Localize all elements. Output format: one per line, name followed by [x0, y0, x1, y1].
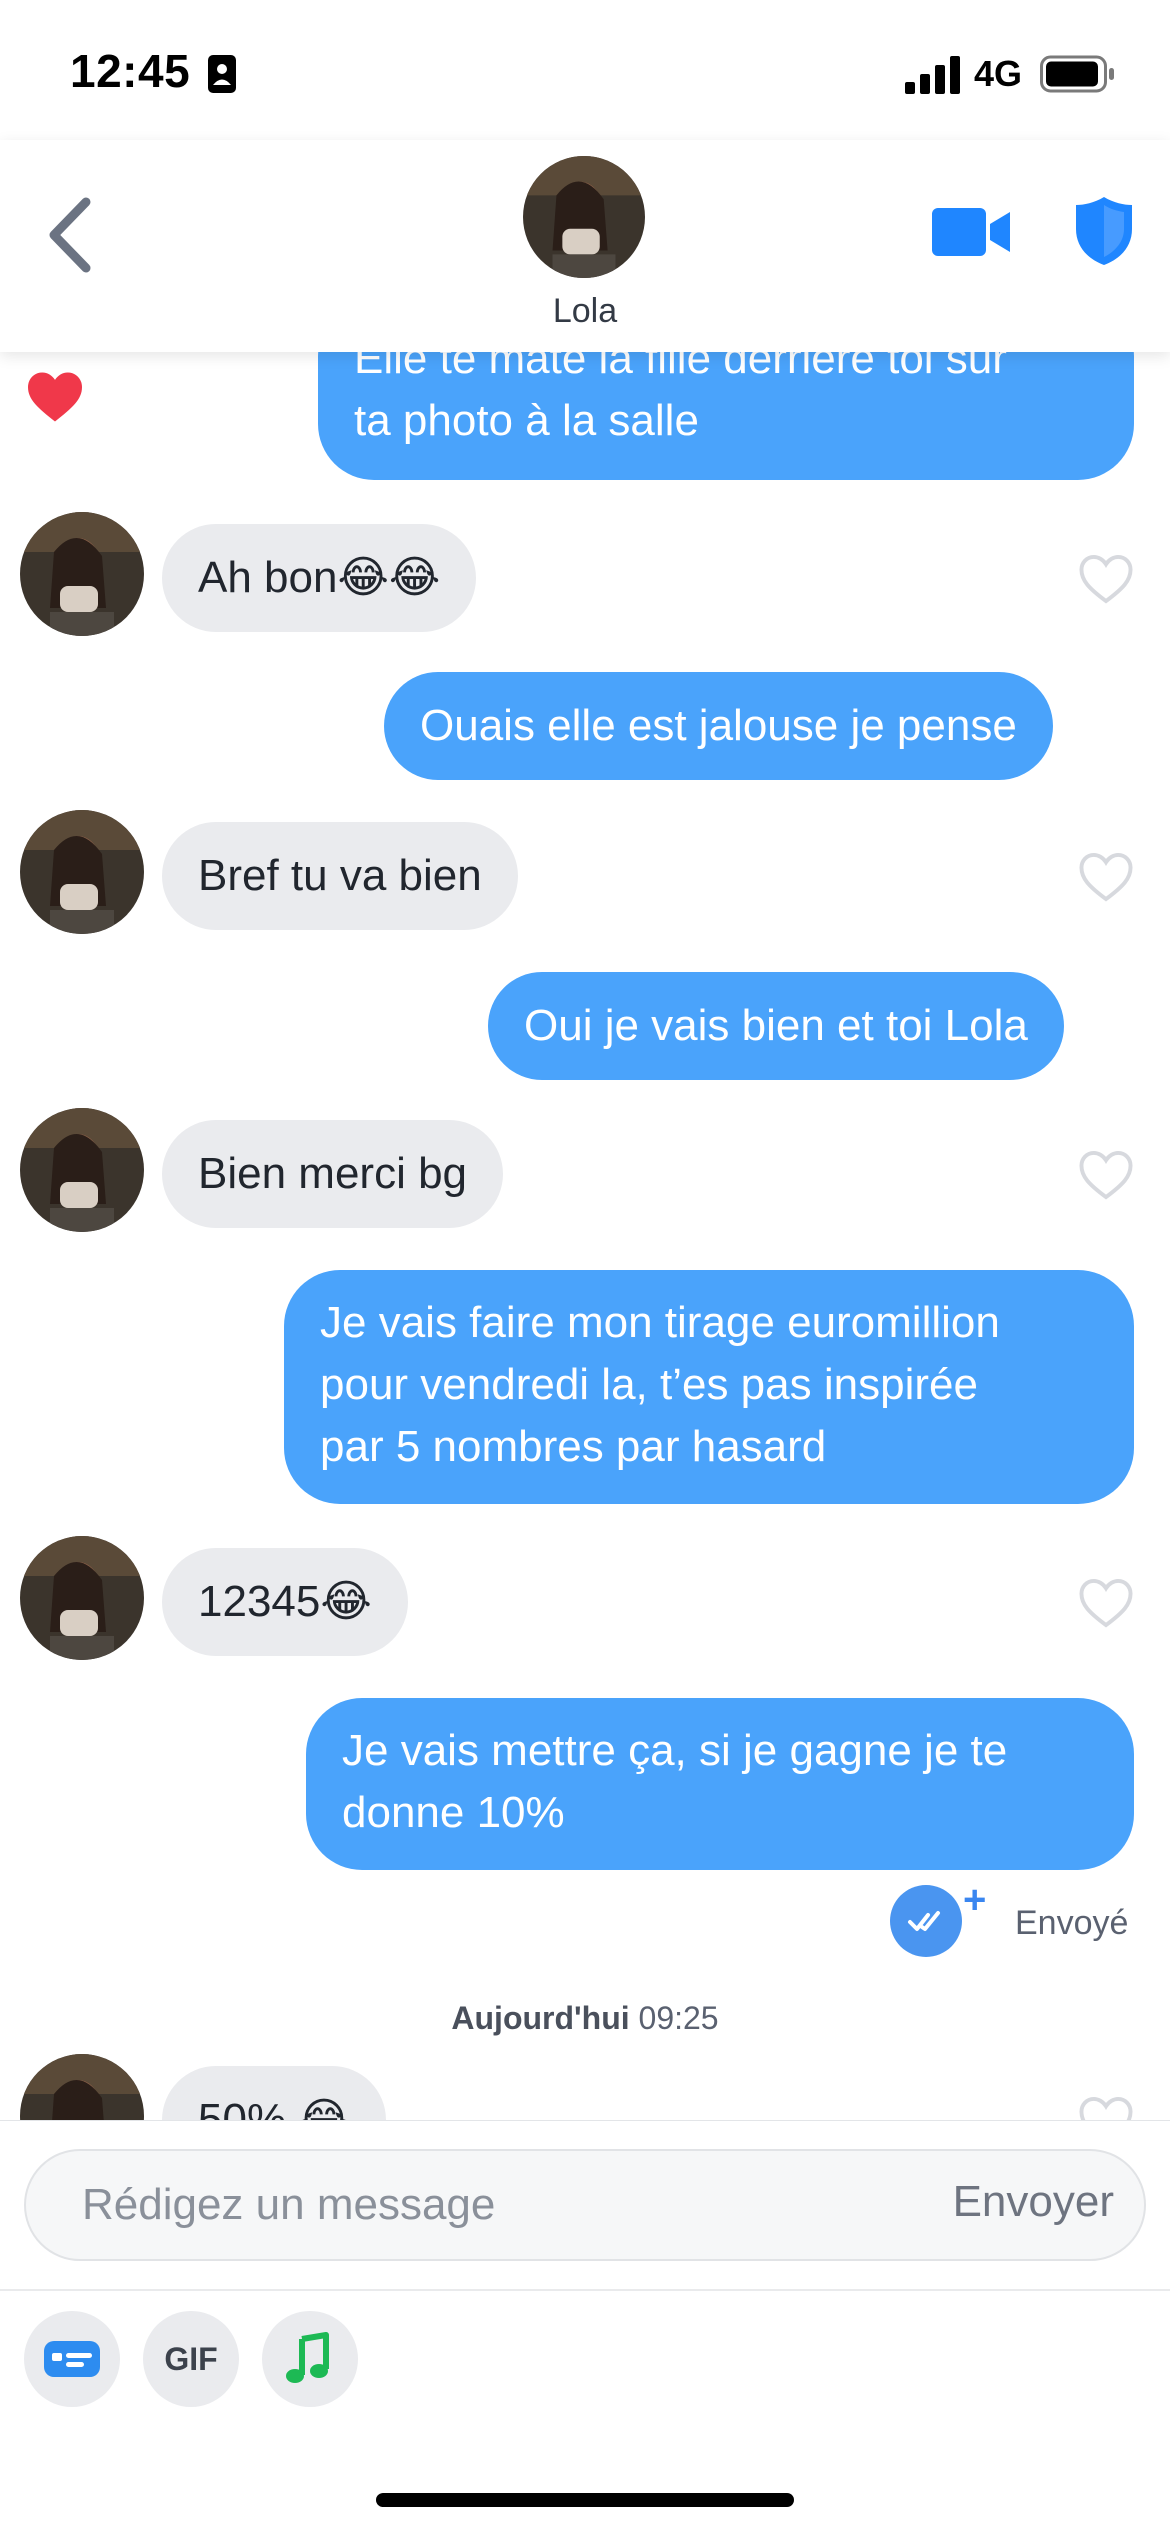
status-time: 12:45	[70, 45, 191, 97]
message-text: Bien merci bg	[198, 1149, 468, 1198]
contact-avatar[interactable]	[20, 810, 144, 934]
message-line: ta photo à la salle	[354, 396, 699, 445]
message-line: Je vais mettre ça, si je gagne je te	[342, 1726, 1008, 1775]
message-input[interactable]	[82, 2151, 862, 2259]
contact-avatar[interactable]	[20, 1108, 144, 1232]
message-text: Ouais elle est jalouse je pense	[420, 701, 1017, 750]
incoming-message[interactable]: Bien merci bg	[162, 1120, 504, 1228]
sticker-button[interactable]	[24, 2311, 120, 2407]
message-text: Ah bon😂😂	[198, 553, 441, 602]
gif-button[interactable]: GIF	[143, 2311, 239, 2407]
delivery-status: Envoyé	[1015, 1904, 1129, 1942]
incoming-message[interactable]: 50% 😂	[162, 2066, 386, 2120]
heart-outline-icon[interactable]	[1076, 850, 1136, 904]
network-type: 4G	[974, 53, 1023, 94]
chat-screen: Elle te mate la fille derrière toi sur t…	[0, 0, 1170, 2532]
liked-heart-icon[interactable]	[25, 370, 85, 424]
header-avatar[interactable]	[523, 156, 645, 278]
read-receipt-icon	[890, 1885, 962, 1957]
message-text: 12345😂	[198, 1577, 372, 1626]
chat-card-icon	[44, 2341, 100, 2377]
outgoing-message[interactable]: Ouais elle est jalouse je pense	[384, 672, 1053, 780]
contact-card-icon	[208, 55, 236, 93]
send-button[interactable]: Envoyer	[953, 2177, 1114, 2227]
heart-outline-icon[interactable]	[1076, 1576, 1136, 1630]
outgoing-message[interactable]: Oui je vais bien et toi Lola	[488, 972, 1064, 1080]
safety-shield-icon[interactable]	[1074, 195, 1134, 267]
divider	[0, 2289, 1170, 2291]
plus-icon[interactable]: +	[963, 1880, 986, 1920]
message-text: Oui je vais bien et toi Lola	[524, 1001, 1028, 1050]
heart-outline-icon[interactable]	[1076, 552, 1136, 606]
outgoing-message[interactable]: Je vais faire mon tirage euromillion pou…	[284, 1270, 1134, 1504]
message-text: Bref tu va bien	[198, 851, 482, 900]
incoming-message[interactable]: Bref tu va bien	[162, 822, 518, 930]
contact-avatar[interactable]	[20, 2054, 144, 2120]
outgoing-message[interactable]: Je vais mettre ça, si je gagne je te don…	[306, 1698, 1134, 1870]
status-bar: 12:45 4G	[0, 0, 1170, 140]
video-call-icon[interactable]	[930, 202, 1012, 262]
gif-label: GIF	[164, 2341, 218, 2377]
day-separator-day: Aujourd'hui	[451, 2000, 630, 2036]
contact-name[interactable]: Lola	[0, 292, 1170, 331]
message-line: donne 10%	[342, 1788, 565, 1837]
music-note-icon	[286, 2332, 329, 2383]
cellular-signal-icon	[905, 56, 960, 94]
contact-avatar[interactable]	[20, 1536, 144, 1660]
back-chevron-icon[interactable]	[38, 190, 100, 280]
message-line: par 5 nombres par hasard	[320, 1422, 827, 1471]
message-input-container[interactable]: Envoyer	[24, 2149, 1146, 2261]
message-line: pour vendredi la, t’es pas inspirée	[320, 1360, 978, 1409]
battery-icon	[1040, 55, 1114, 93]
incoming-message[interactable]: 12345😂	[162, 1548, 408, 1656]
contact-avatar[interactable]	[20, 512, 144, 636]
day-separator: Aujourd'hui 09:25	[0, 2000, 1170, 2037]
message-composer: Envoyer GIF	[0, 2120, 1170, 2532]
message-text: 50% 😂	[198, 2095, 350, 2120]
message-line: Je vais faire mon tirage euromillion	[320, 1298, 1000, 1347]
chat-header: Lola	[0, 140, 1170, 352]
heart-outline-icon[interactable]	[1076, 2094, 1136, 2120]
heart-outline-icon[interactable]	[1076, 1148, 1136, 1202]
day-separator-time: 09:25	[638, 2000, 719, 2036]
incoming-message[interactable]: Ah bon😂😂	[162, 524, 477, 632]
music-button[interactable]	[262, 2311, 358, 2407]
home-indicator[interactable]	[376, 2493, 794, 2507]
